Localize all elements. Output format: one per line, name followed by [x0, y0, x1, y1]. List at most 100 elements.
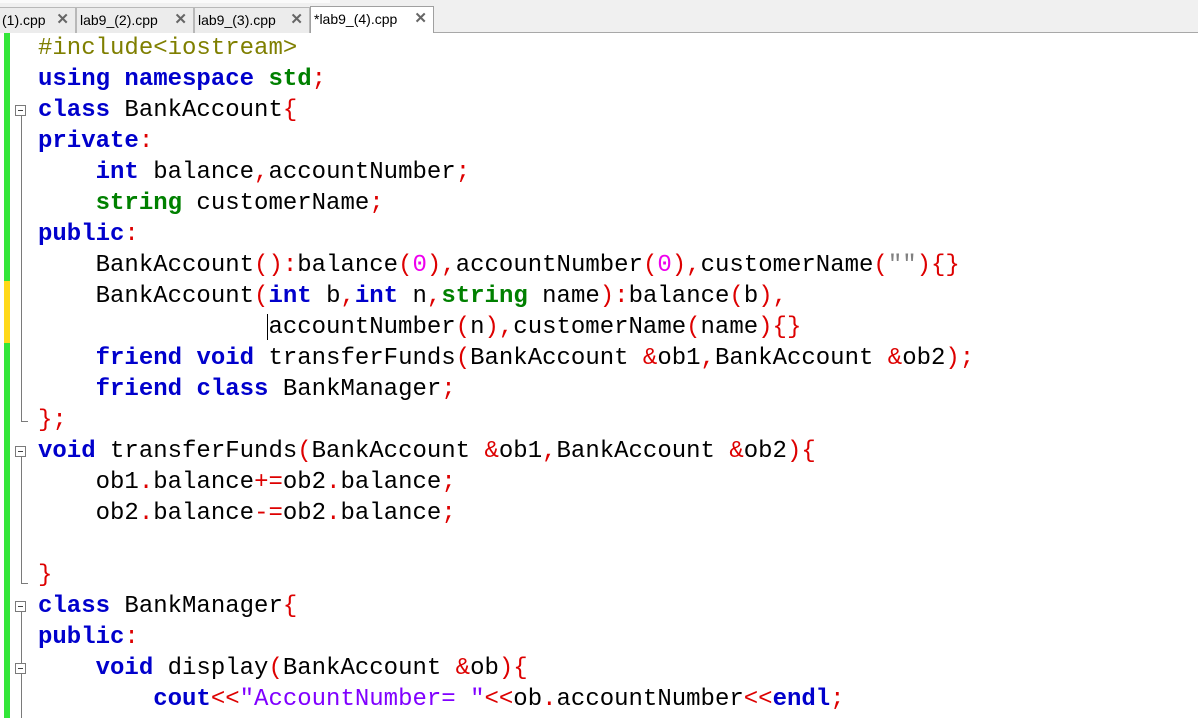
token: ob2 [743, 438, 787, 465]
token: customerName [513, 314, 687, 341]
token: ob2 [282, 500, 327, 527]
token: "AccountNumber= " [239, 686, 485, 713]
token: accountNumber [268, 159, 456, 186]
token: ), [671, 252, 701, 279]
tab-label: lab9_(3).cpp [198, 12, 276, 28]
close-icon[interactable]: ✕ [414, 7, 427, 31]
code-line-4: private: [38, 126, 153, 157]
token: BankAccount [556, 438, 730, 465]
token: customerName [182, 190, 370, 217]
token: : [124, 221, 139, 248]
tab-lab9-3[interactable]: lab9_(3).cpp ✕ [194, 7, 310, 33]
close-icon[interactable]: ✕ [290, 8, 303, 32]
token: ; [455, 159, 471, 186]
token: . [138, 469, 154, 496]
token: ob1 [95, 469, 139, 496]
token: ( [254, 283, 269, 310]
token: ob1 [498, 438, 543, 465]
token: balance [153, 469, 255, 496]
close-icon[interactable]: ✕ [174, 8, 187, 32]
keyword: public [38, 221, 125, 248]
token: ( [455, 345, 471, 372]
keyword: cout [153, 686, 211, 713]
change-marker-unsaved [4, 281, 10, 343]
keyword: void [95, 655, 154, 682]
token: -= [254, 500, 283, 527]
code-line-21: void display(BankAccount &ob){ [38, 653, 528, 684]
token: ){} [758, 314, 802, 341]
token: ( [297, 438, 312, 465]
token: ), [484, 314, 514, 341]
token: , [426, 283, 442, 310]
token: balance [628, 283, 730, 310]
token: ; [369, 190, 384, 217]
fold-toggle-icon[interactable] [15, 663, 26, 674]
tab-bar: (1).cpp ✕ lab9_(2).cpp ✕ lab9_(3).cpp ✕ … [0, 5, 1198, 34]
code-line-3: class BankAccount{ [38, 95, 297, 126]
token: ob [470, 655, 499, 682]
keyword: int [354, 283, 399, 310]
token: . [326, 500, 341, 527]
code-line-10: accountNumber(n),customerName(name){} [38, 312, 801, 343]
token: std [268, 66, 312, 93]
token: n [398, 283, 427, 310]
token: b [311, 283, 341, 310]
token: balance [153, 500, 255, 527]
tab-lab9-2[interactable]: lab9_(2).cpp ✕ [76, 7, 194, 33]
token: BankAccount [95, 252, 255, 279]
token: ob2 [902, 345, 946, 372]
token: , [340, 283, 355, 310]
token: customerName [700, 252, 874, 279]
tab-label: lab9_(2).cpp [80, 12, 158, 28]
tab-label: (1).cpp [2, 12, 46, 28]
token: ob2 [95, 500, 139, 527]
token: { [282, 593, 298, 620]
token: ( [729, 283, 744, 310]
token: ; [830, 686, 845, 713]
fold-toggle-icon[interactable] [15, 601, 26, 612]
token: b [743, 283, 759, 310]
token: name [527, 283, 600, 310]
token: ), [426, 252, 456, 279]
fold-line [21, 116, 22, 421]
tab-lab9-1[interactable]: (1).cpp ✕ [0, 7, 76, 33]
keyword: friend [95, 376, 183, 403]
code-line-12: friend class BankManager; [38, 374, 456, 405]
fold-toggle-icon[interactable] [15, 446, 26, 457]
keyword: void [38, 438, 96, 465]
code-line-7: public: [38, 219, 139, 250]
token: ( [268, 655, 283, 682]
code-line-2: using namespace std; [38, 64, 326, 95]
tab-label: *lab9_(4).cpp [314, 11, 398, 27]
token: (): [254, 252, 298, 279]
token: ( [686, 314, 701, 341]
fold-end-marker [21, 583, 28, 584]
code-line-22: cout<<"AccountNumber= "<<ob.accountNumbe… [38, 684, 845, 715]
fold-toggle-icon[interactable] [15, 105, 26, 116]
token: : [124, 624, 139, 651]
keyword: public [38, 624, 125, 651]
keyword: int [95, 159, 139, 186]
code-line-14: void transferFunds(BankAccount &ob1,Bank… [38, 436, 816, 467]
token: ; [441, 500, 456, 527]
code-line-15: ob1.balance+=ob2.balance; [38, 467, 456, 498]
token: , [254, 159, 269, 186]
token: display [153, 655, 269, 682]
token: "" [887, 252, 917, 279]
keyword: class [196, 376, 269, 403]
token: ){ [786, 438, 816, 465]
code-line-13: }; [38, 405, 67, 436]
token: << [484, 686, 514, 713]
token: << [743, 686, 773, 713]
token: . [138, 500, 154, 527]
code-editor[interactable]: #include<iostream> using namespace std; … [0, 33, 1198, 718]
token: accountNumber [268, 314, 456, 341]
token: ; [441, 469, 456, 496]
token: ){} [916, 252, 960, 279]
token: 0 [412, 252, 427, 279]
tab-lab9-4[interactable]: *lab9_(4).cpp ✕ [310, 6, 434, 34]
token: , [542, 438, 557, 465]
keyword: class [38, 97, 111, 124]
close-icon[interactable]: ✕ [56, 8, 69, 32]
token: . [542, 686, 557, 713]
